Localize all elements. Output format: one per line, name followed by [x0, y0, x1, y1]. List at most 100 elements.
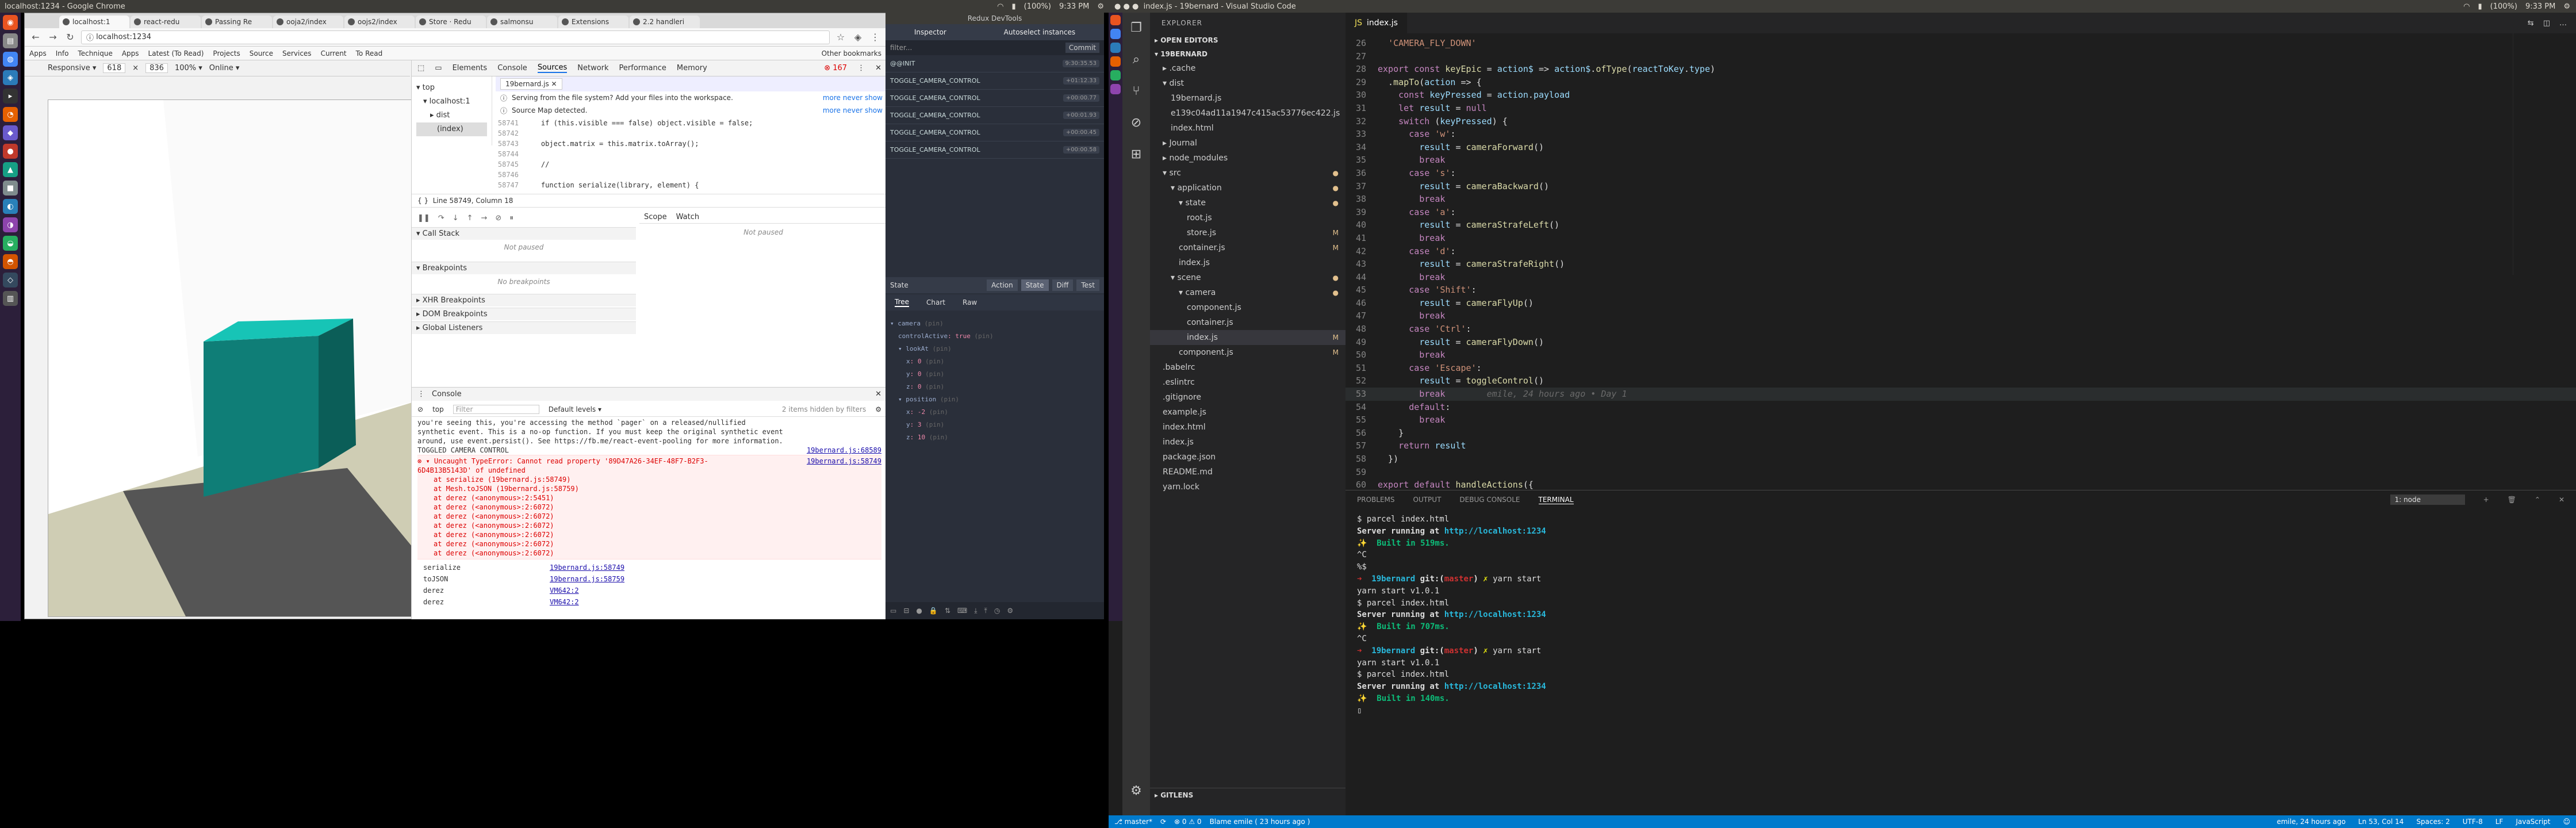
line-number[interactable]: 33	[1346, 128, 1378, 141]
line-number[interactable]: 48	[1346, 323, 1378, 336]
firefox-icon[interactable]	[1110, 56, 1121, 67]
open-editors-section[interactable]: ▸ OPEN EDITORS	[1150, 33, 1346, 47]
tab-performance[interactable]: Performance	[619, 64, 666, 72]
file-tree-item[interactable]: e139c04ad11a1947c415ac53776ec422.js	[1150, 106, 1346, 121]
line-number[interactable]: 26	[1346, 37, 1378, 50]
file-tree-item[interactable]: package.json	[1150, 450, 1346, 465]
code-line[interactable]: 46 result = cameraFlyUp()	[1346, 297, 2576, 310]
clear-icon[interactable]: ⊘	[417, 405, 423, 413]
app-icon[interactable]: ◐	[3, 199, 18, 214]
persist-icon[interactable]: ⇅	[945, 607, 950, 615]
tab-scope[interactable]: Scope	[644, 213, 667, 221]
file-tree-item[interactable]: index.js M	[1150, 330, 1346, 345]
app-icon[interactable]: ▲	[3, 162, 18, 177]
stack-line[interactable]: at serialize (19bernard.js:58749)	[434, 475, 881, 484]
stack-line[interactable]: at derez (<anonymous>:2:6072)	[434, 539, 881, 549]
line-number[interactable]: 58743	[492, 140, 524, 148]
notice-links[interactable]: more never show	[823, 94, 883, 102]
code-line[interactable]: 58 })	[1346, 453, 2576, 466]
line-number[interactable]: 51	[1346, 362, 1378, 375]
dom-breakpoints-header[interactable]: ▸ DOM Breakpoints	[412, 308, 636, 320]
sync-icon[interactable]: ⟳	[1160, 818, 1166, 826]
tree-item[interactable]: ▾ localhost:1	[416, 95, 487, 109]
code-line[interactable]: 51 case 'Escape':	[1346, 362, 2576, 375]
app-icon[interactable]: ●	[3, 144, 18, 159]
chrome-icon[interactable]: ◍	[3, 52, 18, 67]
line-number[interactable]: 47	[1346, 309, 1378, 323]
address-bar[interactable]: ⓘ localhost:1234	[81, 30, 830, 44]
code-line[interactable]: 29 .mapTo(action => {	[1346, 76, 2576, 89]
line-number[interactable]: 39	[1346, 206, 1378, 219]
pause-icon[interactable]: ❚❚	[417, 214, 430, 223]
import-icon[interactable]: ⤓	[974, 607, 977, 615]
file-tree-item[interactable]: .eslintrc	[1150, 375, 1346, 390]
split-editor-icon[interactable]: ◫	[2543, 19, 2550, 28]
instance-select[interactable]: Autoselect instances	[1004, 28, 1075, 36]
line-number[interactable]: 31	[1346, 102, 1378, 115]
file-tree-item[interactable]: ▸ .cache	[1150, 61, 1346, 76]
stack-line[interactable]: at derez (<anonymous>:2:5451)	[434, 493, 881, 503]
add-terminal-icon[interactable]: +	[2483, 496, 2489, 504]
record-icon[interactable]: ●	[916, 607, 922, 615]
line-number[interactable]: 58744	[492, 150, 524, 158]
gear-icon[interactable]: ⚙	[1097, 2, 1104, 11]
code-line[interactable]: 53 break emile, 24 hours ago • Day 1	[1346, 388, 2576, 401]
deactivate-icon[interactable]: ⊘	[495, 214, 501, 223]
source-link[interactable]: VM642:2	[550, 585, 579, 596]
browser-tab[interactable]: oojs2/index	[344, 16, 415, 28]
toolbar-icon[interactable]: ▭	[890, 607, 896, 615]
editor-tab[interactable]: JS index.js	[1346, 13, 1407, 33]
files-icon[interactable]: ▤	[3, 33, 18, 48]
file-tree-item[interactable]: .gitignore	[1150, 390, 1346, 405]
file-tree-item[interactable]: ▾ camera ●	[1150, 285, 1346, 300]
console-filter-input[interactable]: Filter	[453, 404, 539, 414]
dash-icon[interactable]: ◉	[3, 15, 18, 30]
battery-icon[interactable]: ▮	[1011, 2, 1015, 11]
source-code[interactable]: 58741 if (this.visible === false) object…	[492, 118, 887, 189]
state-pin[interactable]: (pin)	[921, 320, 944, 327]
code-line[interactable]: 30 const keyPressed = action.payload	[1346, 89, 2576, 102]
step-into-icon[interactable]: ↓	[453, 214, 459, 223]
line-number[interactable]: 58	[1346, 453, 1378, 466]
file-tree-item[interactable]: example.js	[1150, 405, 1346, 420]
settings-icon[interactable]: ⚙	[875, 405, 881, 413]
stack-line[interactable]: at derez (<anonymous>:2:6072)	[434, 530, 881, 539]
code-line[interactable]: 52 result = toggleControl()	[1346, 374, 2576, 388]
line-number[interactable]: 46	[1346, 297, 1378, 310]
extension-icon[interactable]: ◈	[852, 32, 864, 43]
file-tree-item[interactable]: README.md	[1150, 465, 1346, 480]
code-line[interactable]: 47 break	[1346, 309, 2576, 323]
line-number[interactable]: 50	[1346, 348, 1378, 362]
indentation[interactable]: Spaces: 2	[2416, 818, 2450, 826]
code-line[interactable]: 45 case 'Shift':	[1346, 283, 2576, 297]
tab-console[interactable]: Console	[497, 64, 527, 72]
line-number[interactable]: 58747	[492, 181, 524, 189]
line-number[interactable]: 58741	[492, 119, 524, 127]
line-number[interactable]: 27	[1346, 50, 1378, 63]
slider-icon[interactable]: ◷	[994, 607, 1000, 615]
line-number[interactable]: 53	[1346, 388, 1378, 401]
action-item[interactable]: TOGGLE_CAMERA_CONTROL +00:00.58	[885, 141, 1104, 159]
clock[interactable]: 9:33 PM	[2525, 2, 2555, 11]
tab-action[interactable]: Action	[987, 279, 1018, 291]
file-tree-item[interactable]: ▾ scene ●	[1150, 270, 1346, 285]
file-tree-item[interactable]: index.html	[1150, 121, 1346, 136]
tab-problems[interactable]: PROBLEMS	[1357, 496, 1395, 504]
line-number[interactable]: 59	[1346, 466, 1378, 479]
forward-icon[interactable]: →	[47, 32, 59, 43]
language-mode[interactable]: JavaScript	[2516, 818, 2550, 826]
app-icon[interactable]: ◓	[3, 254, 18, 269]
line-number[interactable]: 30	[1346, 89, 1378, 102]
file-tree-item[interactable]: 19bernard.js	[1150, 91, 1346, 106]
tab-memory[interactable]: Memory	[677, 64, 707, 72]
search-icon[interactable]: ⌕	[1133, 52, 1140, 67]
project-section[interactable]: ▾ 19BERNARD	[1150, 47, 1346, 61]
editor-tab[interactable]: 19bernard.js ✕	[500, 78, 562, 90]
battery-icon[interactable]: ▮	[2478, 2, 2482, 11]
code-line[interactable]: 40 result = cameraStrafeLeft()	[1346, 218, 2576, 232]
state-node[interactable]: ▾ lookAt (pin)	[890, 343, 994, 355]
bookmark-info[interactable]: Info	[56, 49, 69, 57]
line-number[interactable]: 54	[1346, 401, 1378, 414]
tab-elements[interactable]: Elements	[453, 64, 488, 72]
tab-debug-console[interactable]: DEBUG CONSOLE	[1459, 496, 1520, 504]
